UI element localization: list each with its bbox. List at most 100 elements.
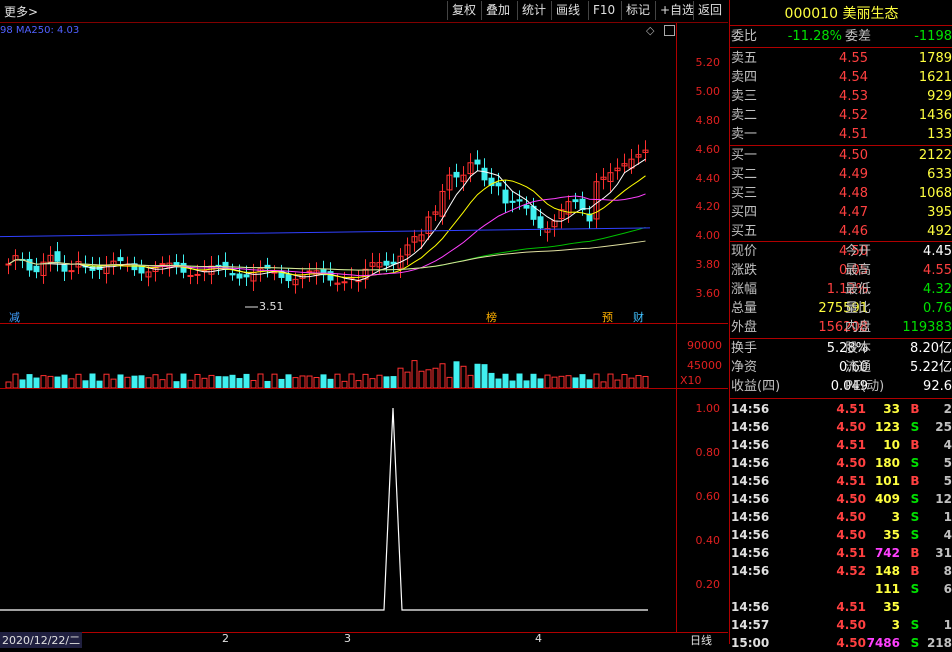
bid-row[interactable]: 买一 4.50 2122 xyxy=(730,146,952,165)
ask-row[interactable]: 卖三 4.53 929 xyxy=(730,87,952,106)
stat-row: 涨幅 1.12% 最低 4.32 xyxy=(730,280,952,299)
tick-count: 6 xyxy=(943,582,952,596)
stat-label: 外盘 xyxy=(731,320,758,335)
order-ratio-row: 委比 -11.28% 委差 -1198 xyxy=(730,27,952,46)
volume-bar xyxy=(334,373,341,389)
tick-count: 8 xyxy=(943,564,952,578)
tick-volume: 35 xyxy=(883,528,900,542)
tick-count: 1 xyxy=(943,510,952,524)
ask-row[interactable]: 卖二 4.52 1436 xyxy=(730,106,952,125)
candle-body xyxy=(117,257,124,262)
draw-line-button[interactable]: 画线 xyxy=(551,1,584,20)
more-menu-button[interactable]: 更多> xyxy=(4,3,38,20)
add-favorite-button[interactable]: +自选 xyxy=(655,1,698,20)
overlay-button[interactable]: 叠加 xyxy=(481,1,514,20)
tick-row: 15:00 4.50 7486 S 218 xyxy=(730,634,952,652)
volume-bar xyxy=(390,376,397,389)
f10-button[interactable]: F10 xyxy=(588,1,619,20)
volume-bar xyxy=(33,377,40,389)
event-marker-reduce[interactable]: 减 xyxy=(8,309,21,325)
tick-time: 15:00 xyxy=(731,636,770,650)
mark-button[interactable]: 标记 xyxy=(621,1,654,20)
bid-label: 买五 xyxy=(731,224,758,239)
volume-bar xyxy=(75,373,82,389)
price-tick: 4.60 xyxy=(695,143,721,156)
tick-time: 14:56 xyxy=(731,420,770,434)
fundamental-label: 换手 xyxy=(731,341,758,356)
candle-body xyxy=(474,159,481,165)
chart-area[interactable] xyxy=(0,23,728,644)
tick-time: 14:56 xyxy=(731,438,770,452)
volume-bar xyxy=(383,376,390,389)
volume-bar xyxy=(292,377,299,389)
date-axis-border xyxy=(0,632,728,633)
month-label: 4 xyxy=(535,632,542,645)
event-marker-finance[interactable]: 财 xyxy=(632,309,645,325)
back-button[interactable]: 返回 xyxy=(693,1,726,20)
candlestick-chart[interactable] xyxy=(0,23,728,644)
volume-bar xyxy=(26,374,33,389)
tick-time: 14:56 xyxy=(731,528,770,542)
stat-label: 总量 xyxy=(731,301,758,316)
tick-volume: 3 xyxy=(891,510,900,524)
volume-bar xyxy=(124,376,131,389)
tick-row: 14:56 4.50 123 S 25 xyxy=(730,418,952,436)
tick-volume: 180 xyxy=(874,456,900,470)
volume-bar xyxy=(502,373,509,389)
candle-body xyxy=(33,265,40,273)
indicator-line xyxy=(0,407,648,611)
window-toggle-icon[interactable] xyxy=(664,25,675,36)
ask-volume: 1621 xyxy=(918,70,952,85)
bid-row[interactable]: 买三 4.48 1068 xyxy=(730,184,952,203)
ask-row[interactable]: 卖五 4.55 1789 xyxy=(730,49,952,68)
volume-bar xyxy=(523,380,530,389)
stat-label: 现价 xyxy=(731,244,758,259)
ask-label: 卖三 xyxy=(731,89,758,104)
candle-body xyxy=(68,270,75,273)
statistics-button[interactable]: 统计 xyxy=(517,1,550,20)
bid-row[interactable]: 买四 4.47 395 xyxy=(730,203,952,222)
tick-count: 4 xyxy=(943,528,952,542)
restore-rights-button[interactable]: 复权 xyxy=(447,1,480,20)
tick-direction: S xyxy=(910,456,920,470)
fundamental-value: 5.22亿 xyxy=(910,360,952,375)
ma250-label: 98 MA250: 4.03 xyxy=(0,25,80,36)
fundamental-row: 收益(四) 0.049 PE(动) 92.6 xyxy=(730,377,952,396)
bid-row[interactable]: 买二 4.49 633 xyxy=(730,165,952,184)
collapse-icon[interactable]: ◇ xyxy=(646,24,654,37)
candle-body xyxy=(243,274,250,278)
bid-label: 买一 xyxy=(731,148,758,163)
fundamental-label: 净资 xyxy=(731,360,758,375)
volume-bar xyxy=(425,369,432,389)
tick-volume: 742 xyxy=(874,546,900,560)
weibi-value: -11.28% xyxy=(787,29,842,44)
tick-volume: 148 xyxy=(874,564,900,578)
volume-bar xyxy=(215,376,222,389)
volume-bar xyxy=(628,377,635,389)
ask-row[interactable]: 卖一 4.51 133 xyxy=(730,125,952,144)
ask-row[interactable]: 卖四 4.54 1621 xyxy=(730,68,952,87)
volume-bar xyxy=(229,374,236,389)
bid-row[interactable]: 买五 4.46 492 xyxy=(730,222,952,241)
tick-direction: S xyxy=(910,510,920,524)
volume-bar xyxy=(376,374,383,389)
tick-time: 14:56 xyxy=(731,492,770,506)
tick-row: 14:56 4.51 742 B 31 xyxy=(730,544,952,562)
tick-row: 14:56 4.51 35 xyxy=(730,598,952,616)
volume-bar xyxy=(236,378,243,389)
tick-row: 14:56 4.50 180 S 5 xyxy=(730,454,952,472)
volume-bar xyxy=(222,376,229,389)
tick-direction: B xyxy=(910,438,920,452)
volume-bar xyxy=(355,380,362,389)
volume-bar xyxy=(278,378,285,389)
candle-body xyxy=(572,199,579,203)
stat-row: 涨跌 0.05 最高 4.55 xyxy=(730,261,952,280)
volume-bar xyxy=(537,378,544,389)
bid-volume: 395 xyxy=(927,205,952,220)
volume-bar xyxy=(320,374,327,389)
stat-value: 119383 xyxy=(902,320,952,335)
event-marker-list[interactable]: 榜 xyxy=(485,309,498,325)
event-marker-forecast[interactable]: 预 xyxy=(601,309,614,325)
volume-bar xyxy=(474,363,481,389)
period-label[interactable]: 日线 xyxy=(690,632,712,648)
